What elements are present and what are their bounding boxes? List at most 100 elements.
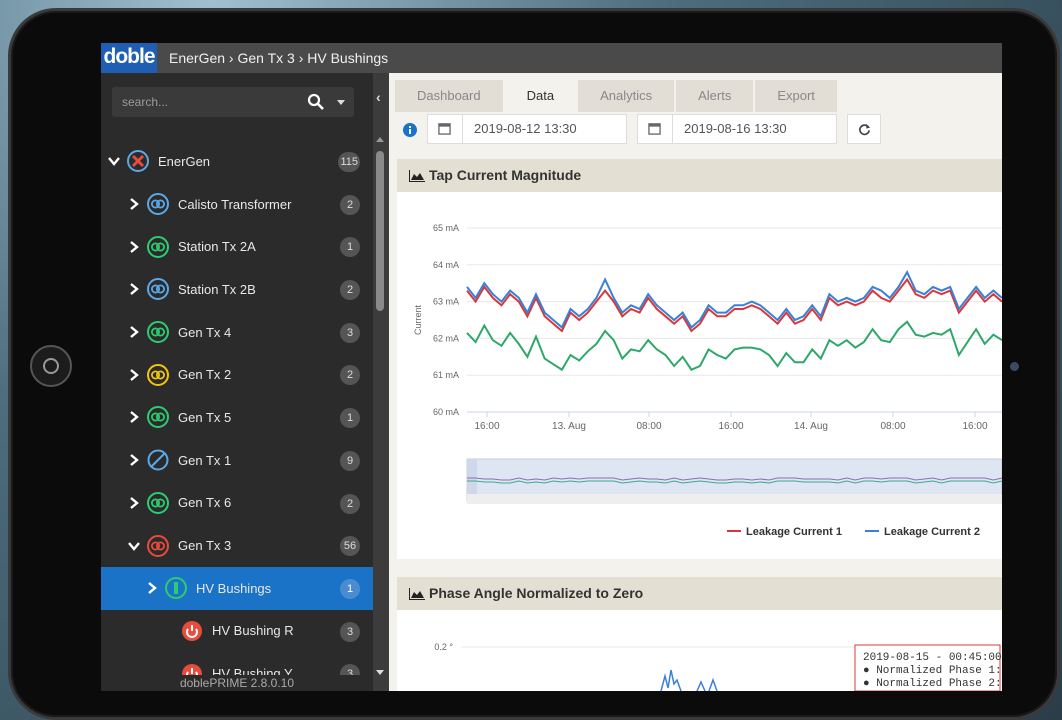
tree-item-label: Gen Tx 4 (178, 324, 232, 340)
sidebar: EnerGen115Calisto Transformer2Station Tx… (101, 73, 373, 691)
chevron-right-icon[interactable] (127, 410, 141, 424)
search-box (112, 87, 330, 117)
y-axis-label: Current (413, 304, 423, 335)
tooltip-line: ● Normalized Phase 2: 0 (863, 678, 1002, 690)
transformer-icon (147, 534, 169, 557)
count-badge: 115 (338, 152, 360, 172)
legend-item[interactable]: Leakage Current 2 (884, 526, 980, 538)
panel-title: Tap Current Magnitude (429, 167, 582, 183)
bushing-body (174, 582, 178, 595)
tree-item[interactable]: Gen Tx 1 9 (101, 439, 373, 482)
alarm-icon (182, 620, 202, 641)
green-series-line (466, 320, 1002, 372)
chevron-right-icon[interactable] (127, 496, 141, 510)
tree-item[interactable]: EnerGen 115 (101, 140, 373, 183)
tree-item[interactable]: Station Tx 2A 1 (101, 225, 373, 268)
transformer-ring (147, 235, 169, 258)
transformer-coil (155, 242, 165, 252)
tap-current-chart[interactable]: 60 mA 61 mA 62 mA 63 mA 64 mA 65 mA Current 16:… (397, 192, 1002, 559)
search-input[interactable] (112, 87, 292, 117)
chevron-right-icon[interactable] (127, 368, 141, 382)
transformer-coil (155, 284, 165, 294)
navigator-scrollbar[interactable] (467, 494, 1002, 504)
tab-analytics[interactable]: Analytics (578, 80, 675, 112)
refresh-button[interactable] (847, 114, 881, 144)
tree-item[interactable]: HV Bushing R 3 (101, 610, 373, 653)
tab-data[interactable]: Data (504, 80, 577, 112)
chevron-right-icon[interactable] (127, 453, 141, 467)
tap-current-panel: Tap Current Magnitude 60 mA 61 mA 62 mA 63 … (397, 159, 1002, 559)
disabled-slash (150, 452, 166, 468)
transformer-icon (147, 491, 169, 514)
count-badge: 1 (340, 237, 360, 258)
transformer-coil (155, 199, 165, 209)
transformer-icon (147, 406, 169, 429)
chevron-stroke (130, 240, 139, 253)
tab-dashboard[interactable]: Dashboard (395, 80, 503, 112)
scroll-up-icon[interactable] (376, 137, 384, 142)
info-icon[interactable] (403, 123, 417, 137)
search-options-dropdown[interactable] (326, 87, 354, 117)
chevron-right-icon[interactable] (127, 197, 141, 211)
x-tick-label: 16:00 (474, 421, 499, 432)
chevron-stroke (148, 582, 157, 595)
tab-alerts[interactable]: Alerts (676, 80, 754, 112)
camera-dot (1010, 362, 1019, 371)
chevron-right-icon[interactable] (145, 581, 159, 595)
chevron-right-icon[interactable] (127, 240, 141, 254)
tree-item-label: Station Tx 2A (178, 239, 256, 255)
end-calendar-button[interactable] (638, 115, 673, 143)
tree-item[interactable]: Station Tx 2B 2 (101, 268, 373, 311)
asset-tree: EnerGen 115 Calisto Transformer 2 Station Tx… (101, 140, 373, 691)
logo[interactable]: doble (101, 43, 157, 73)
chevron-stroke (130, 283, 139, 296)
version-label: doblePRIME 2.8.0.10 (101, 675, 373, 691)
home-button[interactable] (30, 345, 72, 387)
start-calendar-button[interactable] (428, 115, 463, 143)
tree-item-label: Calisto Transformer (178, 196, 292, 212)
refresh-icon (859, 123, 871, 136)
chevron-right-icon[interactable] (127, 325, 141, 339)
breadcrumb: EnerGen › Gen Tx 3 › HV Bushings (169, 50, 389, 66)
scroll-down-icon[interactable] (376, 670, 384, 675)
sidebar-scrollbar[interactable] (373, 131, 387, 691)
x-tick-label: 14. Aug (794, 421, 828, 432)
transformer-coil (155, 412, 165, 422)
tree-item[interactable]: Gen Tx 3 56 (101, 524, 373, 567)
asset-group-icon (127, 150, 149, 173)
tree-item[interactable]: HV Bushings 1 (101, 566, 373, 610)
chevron-stroke (130, 496, 139, 509)
chevron-stroke (130, 326, 139, 339)
chevron-right-icon[interactable] (127, 282, 141, 296)
tree-item[interactable]: Gen Tx 4 3 (101, 311, 373, 354)
x-tick-label: 16:00 (962, 421, 987, 432)
count-badge: 2 (340, 280, 360, 301)
chevron-down-icon[interactable] (107, 154, 121, 168)
phase-angle-chart[interactable]: 0.2 °2019-08-15 - 00:45:00● Normalized P… (397, 610, 1002, 691)
tab-export[interactable]: Export (755, 80, 837, 112)
group-mark (131, 155, 145, 168)
start-date-field[interactable]: 2019-08-12 13:30 (427, 114, 627, 144)
legend-item[interactable]: Leakage Current 1 (746, 526, 842, 538)
count-badge: 1 (340, 408, 360, 429)
y-tick-label: 60 mA (433, 407, 459, 417)
y-tick-label: 0.2 ° (434, 642, 453, 652)
transformer-icon (147, 235, 169, 258)
tree-item[interactable]: Gen Tx 6 2 (101, 482, 373, 525)
x-tick-label: 08:00 (636, 421, 661, 432)
transformer-icon (147, 278, 169, 301)
tree-item-label: Gen Tx 6 (178, 495, 232, 511)
y-tick-label: 61 mA (433, 370, 459, 380)
tree-item[interactable]: Calisto Transformer 2 (101, 183, 373, 226)
tree-item[interactable]: Gen Tx 2 2 (101, 353, 373, 396)
tree-item-label: HV Bushings (196, 580, 272, 596)
area-chart-icon (409, 169, 425, 182)
tree-item[interactable]: Gen Tx 5 1 (101, 396, 373, 439)
x-tick-label: 13. Aug (552, 421, 586, 432)
scroll-thumb[interactable] (376, 151, 384, 311)
count-badge: 9 (340, 450, 360, 471)
chevron-down-icon[interactable] (127, 539, 141, 553)
panel-title: Phase Angle Normalized to Zero (429, 585, 644, 601)
end-date-field[interactable]: 2019-08-16 13:30 (637, 114, 837, 144)
search-icon[interactable] (306, 92, 326, 112)
